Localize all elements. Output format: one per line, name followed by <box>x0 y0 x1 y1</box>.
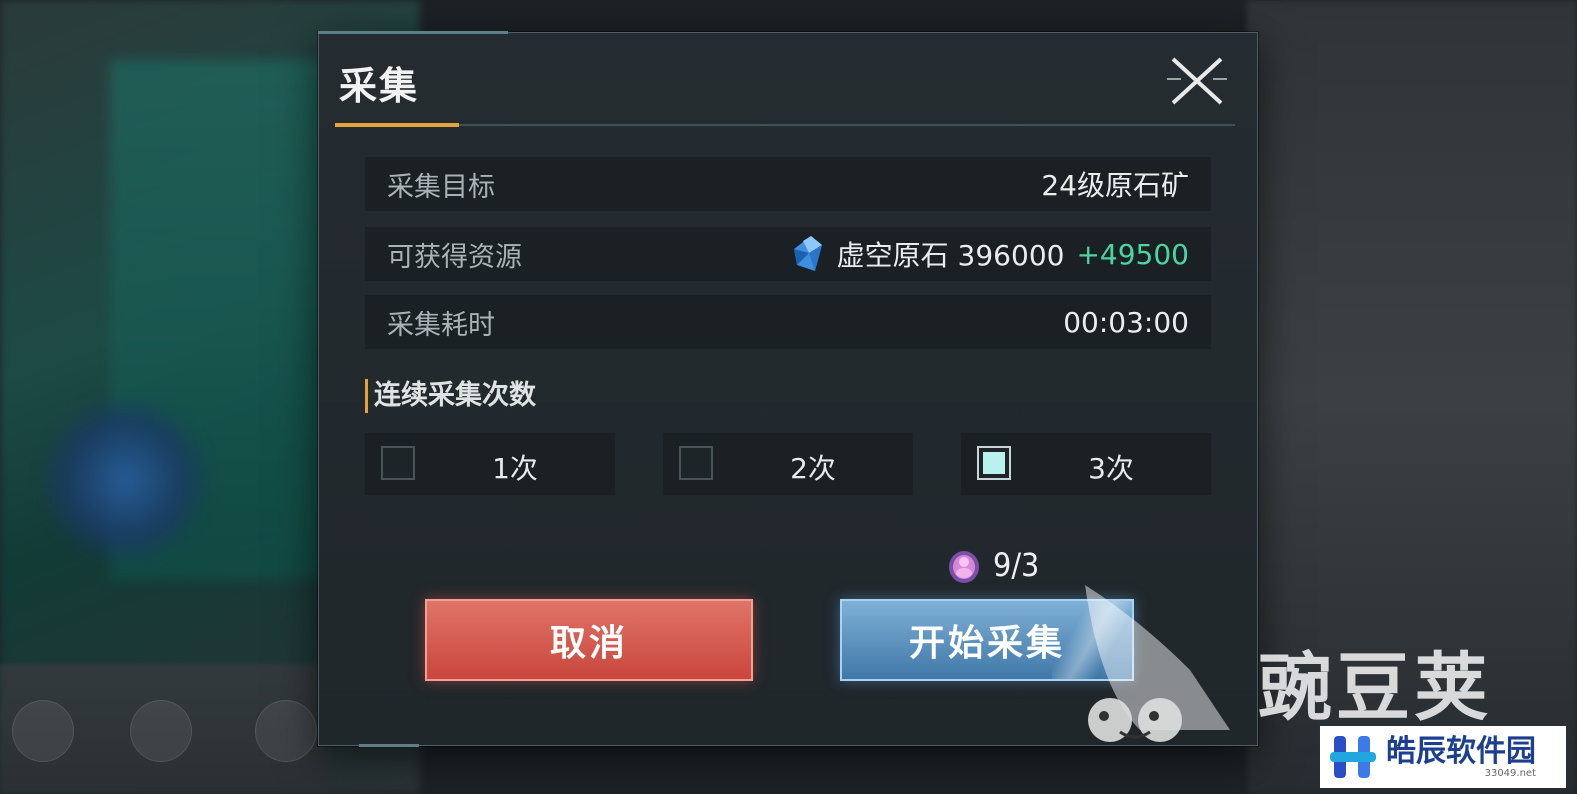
resource-row: 可获得资源 虚空原石 396000 +49500 <box>365 227 1211 281</box>
watermark-text: 豌豆荚 <box>1258 645 1492 731</box>
gather-time-label: 采集耗时 <box>387 309 495 341</box>
site-url: 33049.net <box>1484 767 1536 779</box>
resource-value-group: 虚空原石 396000 +49500 <box>793 234 1189 274</box>
repeat-option-2[interactable]: 2次 <box>663 433 913 495</box>
repeat-option-1[interactable]: 1次 <box>365 433 615 495</box>
site-name: 皓辰软件园 <box>1386 733 1536 769</box>
crystal-gem-icon <box>793 236 822 271</box>
site-logo-icon <box>1330 736 1376 778</box>
repeat-option-2-label: 2次 <box>790 452 836 485</box>
repeat-option-3-label: 3次 <box>1088 452 1134 485</box>
resource-value: 虚空原石 396000 <box>836 239 1065 272</box>
repeat-option-1-checkbox[interactable] <box>381 446 415 480</box>
resource-label: 可获得资源 <box>387 241 522 273</box>
close-x-icon <box>1167 57 1227 105</box>
stamina-cost: 9/3 <box>947 545 1039 585</box>
site-watermark: 皓辰软件园 33049.net <box>1320 726 1566 788</box>
title-divider <box>335 124 1235 126</box>
gather-time-value: 00:03:00 <box>1063 305 1189 339</box>
energy-orb-icon <box>949 551 979 583</box>
repeat-count-label: 连续采集次数 <box>365 379 536 413</box>
repeat-option-1-label: 1次 <box>492 452 538 485</box>
repeat-option-2-checkbox[interactable] <box>679 446 713 480</box>
title-accent-bar <box>335 123 459 127</box>
cancel-button[interactable]: 取消 <box>425 599 753 681</box>
repeat-option-3[interactable]: 3次 <box>961 433 1211 495</box>
gather-target-label: 采集目标 <box>387 171 495 203</box>
start-gather-label: 开始采集 <box>908 622 1065 664</box>
gather-time-row: 采集耗时 00:03:00 <box>365 295 1211 349</box>
close-button[interactable] <box>1167 53 1227 109</box>
resource-bonus: +49500 <box>1076 237 1189 271</box>
gather-target-row: 采集目标 24级原石矿 <box>365 157 1211 211</box>
gather-target-value: 24级原石矿 <box>1041 169 1189 202</box>
pea-mascot-watermark <box>1085 585 1230 742</box>
stamina-value: 9/3 <box>993 546 1040 584</box>
dialog-title: 采集 <box>339 63 420 108</box>
repeat-option-3-checkbox[interactable] <box>977 446 1011 480</box>
